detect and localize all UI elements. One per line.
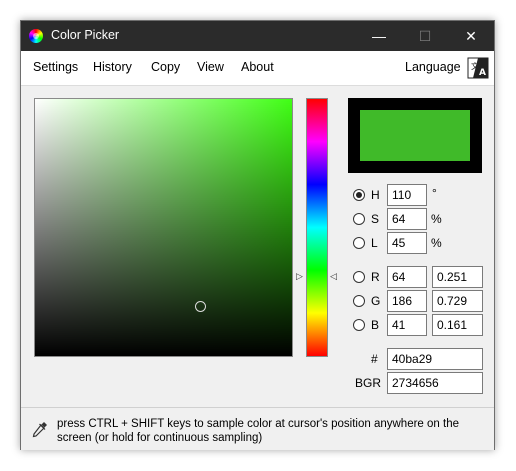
hex-label: # — [371, 352, 378, 366]
radio-saturation[interactable] — [353, 213, 365, 225]
color-preview-swatch — [360, 110, 470, 161]
hue-slider-right-handle[interactable]: ◁ — [330, 271, 337, 282]
color-picker-window: Color Picker — ☐ ✕ Settings History Copy… — [20, 20, 495, 450]
hue-unit: ° — [432, 186, 437, 200]
green-label: G — [371, 294, 381, 308]
saturation-lightness-area[interactable] — [34, 98, 293, 357]
radio-lightness[interactable] — [353, 237, 365, 249]
radio-blue[interactable] — [353, 319, 365, 331]
color-selector-marker[interactable] — [195, 301, 206, 312]
green-fraction-field[interactable]: 0.729 — [432, 290, 483, 312]
menu-about[interactable]: About — [241, 60, 274, 74]
menu-copy[interactable]: Copy — [151, 60, 180, 74]
red-fraction-field[interactable]: 0.251 — [432, 266, 483, 288]
lightness-field[interactable]: 45 — [387, 232, 427, 254]
status-bar: press CTRL + SHIFT keys to sample color … — [21, 407, 494, 450]
menu-view[interactable]: View — [197, 60, 224, 74]
hue-slider[interactable] — [306, 98, 328, 357]
bgr-label: BGR — [355, 376, 382, 390]
blue-field[interactable]: 41 — [387, 314, 427, 336]
close-button[interactable]: ✕ — [448, 21, 494, 51]
svg-text:A: A — [479, 68, 486, 78]
menu-settings[interactable]: Settings — [33, 60, 78, 74]
green-field[interactable]: 186 — [387, 290, 427, 312]
radio-green[interactable] — [353, 295, 365, 307]
svg-text:文: 文 — [471, 61, 479, 71]
title-bar[interactable]: Color Picker — ☐ ✕ — [21, 21, 494, 51]
color-preview — [348, 98, 482, 173]
window-title: Color Picker — [51, 28, 120, 42]
hue-slider-left-handle[interactable]: ▷ — [296, 271, 303, 282]
red-field[interactable]: 64 — [387, 266, 427, 288]
red-label: R — [371, 270, 380, 284]
radio-red[interactable] — [353, 271, 365, 283]
saturation-field[interactable]: 64 — [387, 208, 427, 230]
hue-label: H — [371, 188, 380, 202]
hue-field[interactable]: 110 — [387, 184, 427, 206]
radio-hue[interactable] — [353, 189, 365, 201]
lightness-unit: % — [431, 236, 442, 250]
menu-bar: Settings History Copy View About Languag… — [21, 51, 494, 86]
blue-fraction-field[interactable]: 0.161 — [432, 314, 483, 336]
maximize-button[interactable]: ☐ — [402, 21, 448, 51]
hex-field[interactable]: 40ba29 — [387, 348, 483, 370]
eyedropper-icon[interactable] — [31, 420, 49, 438]
color-wheel-icon — [29, 29, 43, 43]
lightness-label: L — [371, 236, 378, 250]
status-hint-text: press CTRL + SHIFT keys to sample color … — [57, 418, 459, 444]
menu-history[interactable]: History — [93, 60, 132, 74]
minimize-button[interactable]: — — [356, 21, 402, 51]
saturation-unit: % — [431, 212, 442, 226]
blue-label: B — [371, 318, 380, 332]
bgr-field[interactable]: 2734656 — [387, 372, 483, 394]
translate-icon[interactable]: 文 A — [467, 57, 489, 79]
language-label[interactable]: Language — [405, 60, 461, 74]
saturation-label: S — [371, 212, 380, 226]
